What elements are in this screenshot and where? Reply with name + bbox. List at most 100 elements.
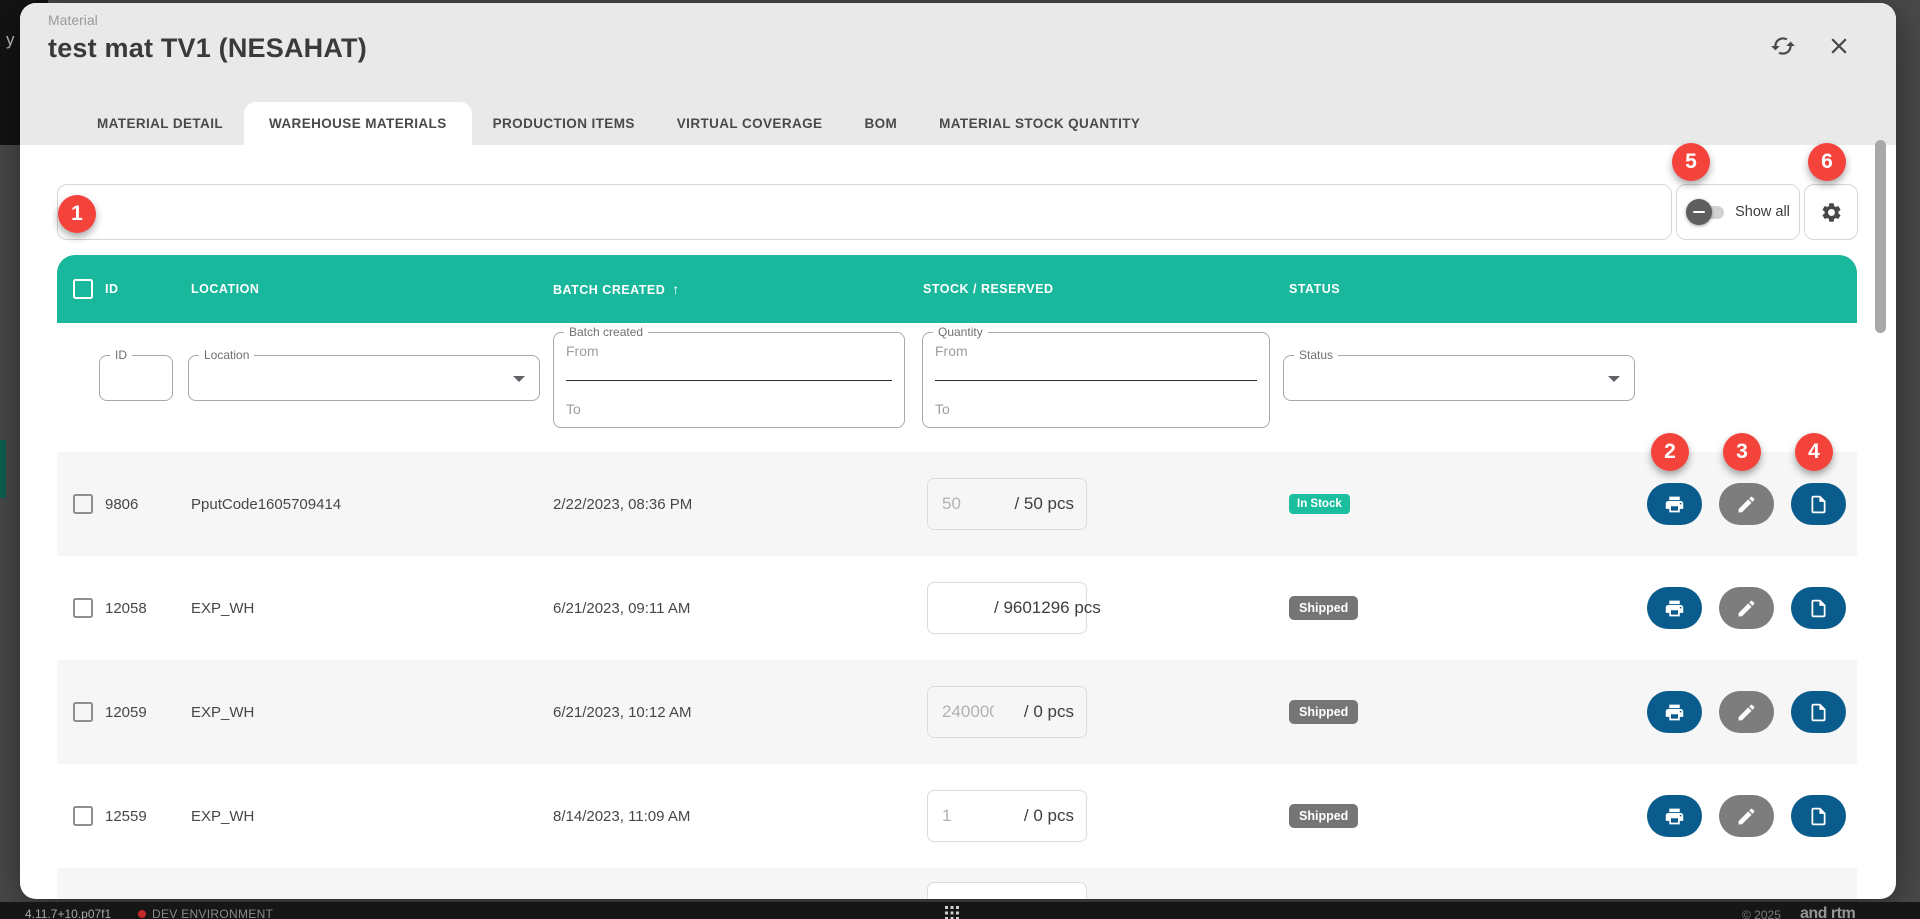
- tab-virtual-coverage[interactable]: VIRTUAL COVERAGE: [656, 102, 844, 145]
- column-header-status[interactable]: STATUS: [1270, 282, 1620, 296]
- table-row: 12059 EXP_WH 6/21/2023, 10:12 AM / 0 pcs…: [57, 660, 1857, 764]
- filter-quantity-from-input[interactable]: [935, 343, 1257, 359]
- stock-quantity-box: / 0 pcs: [927, 686, 1087, 738]
- column-header-stock-reserved[interactable]: STOCK / RESERVED: [905, 282, 1270, 296]
- cell-id: 12058: [105, 600, 191, 617]
- table-settings-button[interactable]: [1804, 184, 1858, 240]
- document-button[interactable]: [1791, 587, 1846, 629]
- stock-quantity-input[interactable]: [942, 702, 994, 722]
- file-icon: [1808, 494, 1829, 515]
- tab-bar: MATERIAL DETAIL WAREHOUSE MATERIALS PROD…: [76, 102, 1161, 145]
- dialog-header: Material test mat TV1 (NESAHAT) MATERIAL…: [20, 3, 1896, 145]
- printer-icon: [1664, 494, 1685, 515]
- tab-material-detail[interactable]: MATERIAL DETAIL: [76, 102, 244, 145]
- print-button[interactable]: [1647, 483, 1702, 525]
- cell-batch-created: 2/22/2023, 08:36 PM: [553, 496, 905, 513]
- stock-quantity-input[interactable]: [942, 598, 994, 618]
- status-badge: Shipped: [1289, 596, 1358, 620]
- tab-production-items[interactable]: PRODUCTION ITEMS: [472, 102, 656, 145]
- sort-asc-icon: ↑: [672, 281, 680, 297]
- filter-id-input[interactable]: [100, 356, 172, 396]
- filter-location-label: Location: [199, 348, 254, 362]
- document-button[interactable]: [1791, 483, 1846, 525]
- stock-quantity-box: / 50 pcs: [927, 478, 1087, 530]
- filter-batch-from-input[interactable]: [566, 343, 892, 359]
- table-row: 12559 EXP_WH 8/14/2023, 11:09 AM / 0 pcs…: [57, 764, 1857, 868]
- close-button[interactable]: [1822, 29, 1856, 63]
- print-button[interactable]: [1647, 691, 1702, 733]
- filter-location-field[interactable]: Location: [188, 355, 540, 401]
- filter-status-label: Status: [1294, 348, 1338, 362]
- print-button[interactable]: [1647, 587, 1702, 629]
- search-box: [57, 184, 1672, 240]
- apps-grid-icon[interactable]: [945, 906, 959, 919]
- env-indicator-dot: [138, 910, 146, 918]
- toggle-thumb-icon: [1686, 199, 1712, 225]
- filter-batch-to-input[interactable]: [566, 401, 892, 417]
- vertical-scrollbar[interactable]: [1875, 140, 1886, 333]
- filter-batch-created-label: Batch created: [564, 325, 648, 339]
- pencil-icon: [1736, 806, 1757, 827]
- edit-button[interactable]: [1719, 483, 1774, 525]
- filter-status-field[interactable]: Status: [1283, 355, 1635, 401]
- row-checkbox[interactable]: [73, 494, 93, 514]
- show-all-toggle[interactable]: Show all: [1676, 184, 1800, 240]
- table-row: 9806 PputCode1605709414 2/22/2023, 08:36…: [57, 452, 1857, 556]
- cell-location: PputCode1605709414: [191, 496, 553, 513]
- select-all-checkbox[interactable]: [73, 279, 93, 299]
- annotation-badge-3: 3: [1723, 433, 1761, 471]
- printer-icon: [1664, 702, 1685, 723]
- table-row-partial: [57, 868, 1857, 899]
- cell-batch-created: 6/21/2023, 09:11 AM: [553, 600, 905, 617]
- close-icon: [1826, 33, 1852, 59]
- annotation-badge-4: 4: [1795, 433, 1833, 471]
- table-row: 12058 EXP_WH 6/21/2023, 09:11 AM / 96012…: [57, 556, 1857, 660]
- edit-button[interactable]: [1719, 691, 1774, 733]
- refresh-icon: [1770, 33, 1796, 59]
- stock-quantity-input[interactable]: [942, 494, 994, 514]
- show-all-label: Show all: [1735, 204, 1790, 220]
- search-input[interactable]: [74, 204, 1655, 221]
- edit-button[interactable]: [1719, 587, 1774, 629]
- document-button[interactable]: [1791, 795, 1846, 837]
- filter-quantity-to-input[interactable]: [935, 401, 1257, 417]
- edit-button[interactable]: [1719, 795, 1774, 837]
- cell-location: EXP_WH: [191, 808, 553, 825]
- tab-warehouse-materials[interactable]: WAREHOUSE MATERIALS: [244, 102, 472, 145]
- toolbar: Show all: [57, 184, 1858, 240]
- reserved-quantity: / 50 pcs: [994, 494, 1074, 514]
- stock-quantity-box: / 0 pcs: [927, 790, 1087, 842]
- stock-quantity-box: / 9601296 pcs: [927, 582, 1087, 634]
- cell-batch-created: 6/21/2023, 10:12 AM: [553, 704, 905, 721]
- annotation-badge-2: 2: [1651, 433, 1689, 471]
- tab-material-stock-quantity[interactable]: MATERIAL STOCK QUANTITY: [918, 102, 1161, 145]
- dropdown-arrow-icon: [513, 376, 525, 382]
- environment-label: DEV ENVIRONMENT: [152, 907, 273, 919]
- material-dialog: Material test mat TV1 (NESAHAT) MATERIAL…: [20, 3, 1896, 899]
- dialog-eyebrow: Material: [48, 12, 98, 28]
- reserved-quantity: / 9601296 pcs: [994, 598, 1101, 618]
- column-header-location[interactable]: LOCATION: [191, 282, 553, 296]
- annotation-badge-1: 1: [58, 195, 96, 233]
- copyright: © 2025: [1742, 908, 1781, 919]
- stock-quantity-input[interactable]: [942, 806, 994, 826]
- show-all-switch[interactable]: [1686, 198, 1726, 226]
- file-icon: [1808, 702, 1829, 723]
- filter-quantity-label: Quantity: [933, 325, 988, 339]
- print-button[interactable]: [1647, 795, 1702, 837]
- app-version: 4.11.7+10.p07f1: [25, 907, 111, 919]
- row-checkbox[interactable]: [73, 806, 93, 826]
- row-checkbox[interactable]: [73, 702, 93, 722]
- page-background-left: [0, 0, 20, 145]
- tab-bom[interactable]: BOM: [843, 102, 918, 145]
- pencil-icon: [1736, 598, 1757, 619]
- document-button[interactable]: [1791, 691, 1846, 733]
- gear-icon: [1820, 201, 1843, 224]
- refresh-button[interactable]: [1766, 29, 1800, 63]
- row-checkbox[interactable]: [73, 598, 93, 618]
- warehouse-materials-table: ID LOCATION BATCH CREATED↑ STOCK / RESER…: [57, 255, 1857, 899]
- column-header-batch-created[interactable]: BATCH CREATED↑: [553, 281, 905, 297]
- file-icon: [1808, 598, 1829, 619]
- column-header-id[interactable]: ID: [105, 282, 191, 296]
- cell-location: EXP_WH: [191, 600, 553, 617]
